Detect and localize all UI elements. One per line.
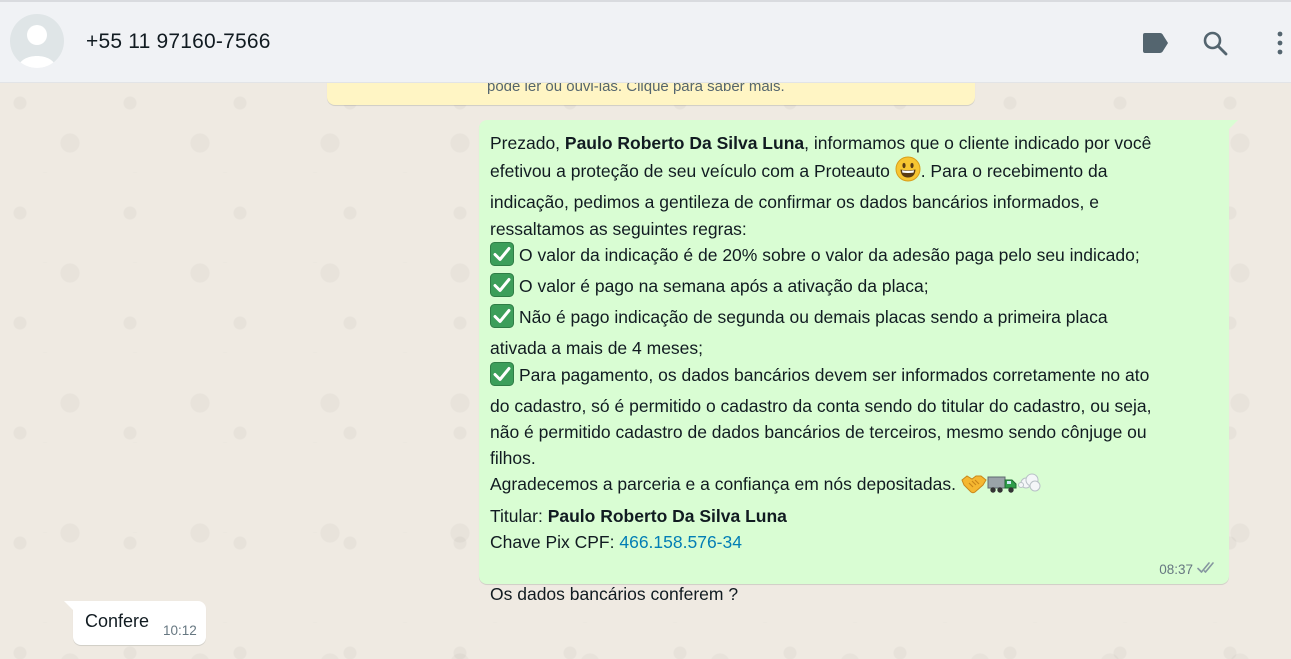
rule-line: Não é pago indicação de segunda ou demai…	[490, 304, 1217, 335]
message-line: indicação, pedimos a gentileza de confir…	[490, 192, 1099, 213]
holder-label: Titular:	[490, 505, 548, 526]
contact-name[interactable]: +55 11 97160-7566	[86, 30, 271, 54]
chat-area[interactable]: pode ler ou ouvi-las. Clique para saber …	[0, 83, 1291, 659]
rule-text: O valor da indicação é de 20% sobre o va…	[519, 244, 1140, 265]
message-line: Chave Pix CPF: 466.158.576-34	[490, 529, 1217, 555]
double-check-icon	[1197, 561, 1217, 578]
thanks-text: Agradecemos a parceria e a confiança em …	[490, 474, 961, 495]
incoming-message-bubble[interactable]: Confere 10:12	[64, 601, 206, 645]
label-icon[interactable]	[1140, 28, 1170, 58]
message-line: Agradecemos a parceria e a confiança em …	[490, 471, 1217, 502]
rule-text: O valor é pago na semana após a ativação…	[519, 276, 929, 297]
message-time: 08:37	[1159, 562, 1193, 577]
search-icon[interactable]	[1200, 28, 1230, 58]
message-meta: 08:37	[1159, 561, 1217, 578]
check-mark-button-icon	[490, 304, 514, 335]
message-line: Prezado, Paulo Roberto Da Silva Luna, in…	[490, 130, 1217, 156]
message-text: . Para o recebimento da	[920, 161, 1108, 182]
rule-line: O valor da indicação é de 20% sobre o va…	[490, 241, 1217, 273]
rule-text: Para pagamento, os dados bancários devem…	[519, 364, 1150, 385]
message-text: efetivou a proteção de seu veículo com a…	[490, 161, 895, 182]
menu-icon[interactable]	[1268, 28, 1291, 58]
rule-line: O valor é pago na semana após a ativação…	[490, 273, 1217, 304]
check-mark-button-icon	[490, 241, 514, 273]
rule-text: Não é pago indicação de segunda ou demai…	[519, 307, 1108, 328]
truck-emoji-icon	[987, 471, 1017, 502]
rule-line: Para pagamento, os dados bancários devem…	[490, 361, 1217, 393]
default-avatar-icon[interactable]	[10, 14, 64, 68]
greeting-text: Prezado,	[490, 133, 565, 153]
outgoing-message-bubble[interactable]: Prezado, Paulo Roberto Da Silva Luna, in…	[479, 120, 1238, 604]
pix-key-link[interactable]: 466.158.576-34	[619, 532, 742, 552]
message-line: Os dados bancários conferem ?	[490, 584, 739, 605]
message-line: ressaltamos as seguintes regras:	[490, 218, 747, 239]
message-line: Titular: Paulo Roberto Da Silva Luna	[490, 503, 1217, 529]
rule-line: ativada a mais de 4 meses;	[490, 338, 704, 359]
encryption-notice-text[interactable]: pode ler ou ouvi-las. Clique para saber …	[487, 83, 785, 95]
grinning-face-emoji-icon	[895, 156, 921, 189]
recipient-name: Paulo Roberto Da Silva Luna	[564, 133, 805, 153]
encryption-notice[interactable]: pode ler ou ouvi-las. Clique para saber …	[327, 83, 975, 105]
dash-cloud-emoji-icon	[1017, 471, 1043, 502]
rule-line: não é permitido cadastro de dados bancár…	[490, 422, 1147, 443]
handshake-emoji-icon	[961, 471, 987, 502]
incoming-message-text: Confere	[85, 611, 150, 631]
check-mark-button-icon	[490, 273, 514, 304]
message-line: efetivou a proteção de seu veículo com a…	[490, 156, 1217, 189]
chat-header: +55 11 97160-7566	[0, 2, 1291, 83]
holder-name: Paulo Roberto Da Silva Luna	[547, 505, 787, 526]
rule-line: do cadastro, só é permitido o cadastro d…	[490, 395, 1152, 416]
message-text: , informamos que o cliente indicado por …	[804, 133, 1152, 153]
rule-line: filhos.	[490, 448, 536, 469]
check-mark-button-icon	[490, 361, 514, 393]
incoming-message-time: 10:12	[163, 623, 197, 638]
pix-label: Chave Pix CPF:	[490, 531, 620, 552]
